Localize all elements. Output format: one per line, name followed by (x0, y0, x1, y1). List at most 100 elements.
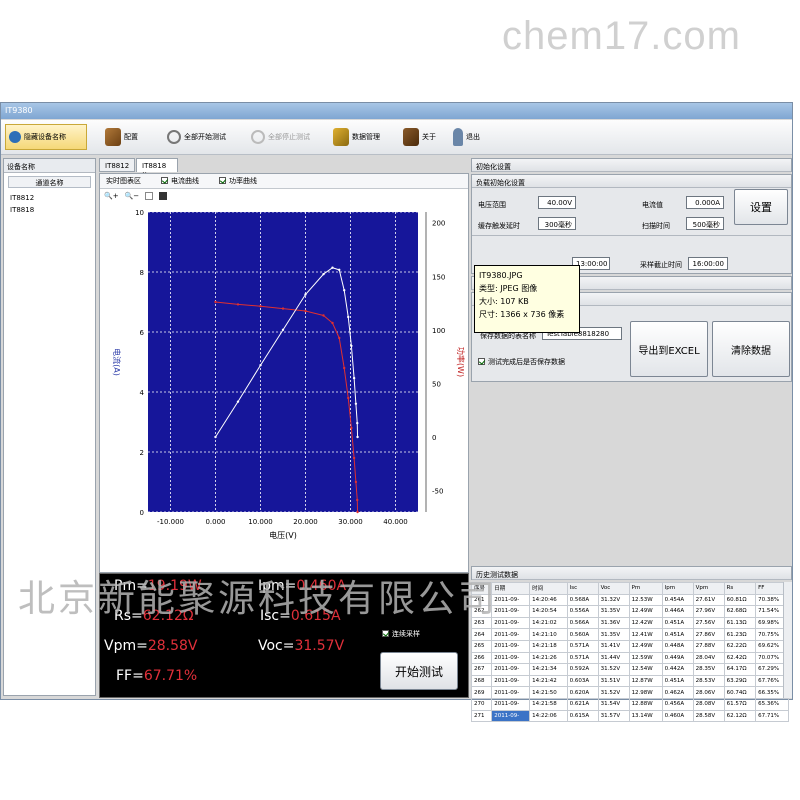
table-cell: 0.571A (566, 651, 599, 665)
start-all-test-button[interactable]: 全部开始测试 (167, 124, 226, 150)
config-button[interactable]: 配置 (105, 124, 138, 150)
data-point (214, 300, 217, 304)
history-header: 历史测试数据 (471, 566, 792, 580)
x-tick-label: -10.000 (157, 518, 184, 526)
table-row[interactable]: 269 2011-09- 14:21:50 0.620A 31.52V 12.98W 0.4… (470, 686, 789, 699)
y-left-tick-label: 6 (140, 329, 145, 337)
voc-value: 31.57V (294, 638, 345, 654)
x-tick-label: 0.000 (205, 518, 225, 526)
clear-data-button[interactable]: 清除数据 (712, 321, 790, 377)
current-curve-toggle[interactable]: 电流曲线 (161, 176, 199, 186)
scan-time-field[interactable]: 500毫秒 (686, 217, 724, 230)
column-header[interactable]: 时间 (529, 582, 568, 595)
tab-it8812[interactable]: IT8812 (99, 158, 135, 172)
column-header[interactable]: Vpm (692, 582, 725, 595)
exit-button[interactable]: 退出 (453, 124, 480, 150)
table-row[interactable]: 266 2011-09- 14:21:26 0.571A 31.44V 12.59W 0.4… (470, 651, 789, 665)
table-cell: 14:21:10 (529, 628, 568, 641)
history-header-row: 序号 日期 时间 Isc Voc Pm Ipm Vpm Rs FF (470, 582, 789, 595)
continuous-sampling-checkbox[interactable]: 连续采样 (382, 629, 420, 639)
toolbar-label: 关于 (422, 133, 436, 141)
y-right-tick-label: 100 (432, 327, 445, 335)
table-cell: 0.442A (661, 663, 694, 676)
set-button[interactable]: 设置 (734, 189, 788, 225)
hide-device-name-button[interactable]: 隐藏设备名称 (5, 124, 87, 150)
data-point (259, 305, 262, 308)
column-header[interactable]: Voc (597, 582, 630, 595)
checkbox-icon (382, 630, 389, 637)
voltage-range-field[interactable]: 40.00V (538, 196, 576, 209)
table-cell: 64.17Ω (723, 663, 757, 676)
table-cell: 12.59W (628, 651, 663, 665)
column-header[interactable]: Rs (723, 582, 757, 595)
table-row[interactable]: 263 2011-09- 14:21:02 0.566A 31.36V 12.42W 0.4… (470, 616, 789, 630)
data-point (236, 303, 240, 306)
toolbar-label: 退出 (466, 133, 480, 141)
data-point (236, 400, 240, 403)
autosave-checkbox[interactable]: 测试完成后是否保存数据 (478, 357, 565, 367)
power-curve-toggle[interactable]: 功率曲线 (219, 176, 257, 186)
select-icon[interactable] (145, 192, 154, 200)
table-cell: 31.54V (597, 697, 630, 711)
column-header[interactable]: Ipm (661, 582, 694, 595)
trigger-delay-field[interactable]: 300毫秒 (538, 217, 576, 230)
stop-all-test-button[interactable]: 全部停止测试 (251, 124, 310, 150)
device-item[interactable]: IT8812 (4, 191, 95, 205)
table-cell: 0.462A (661, 686, 694, 699)
table-cell: 28.35V (692, 663, 725, 676)
data-point (259, 364, 262, 367)
table-cell: 61.13Ω (723, 616, 757, 630)
y-left-tick-label: 2 (140, 449, 144, 457)
about-button[interactable]: 关于 (403, 124, 436, 150)
table-row[interactable]: 270 2011-09- 14:21:58 0.621A 31.54V 12.88W 0.4… (470, 697, 789, 711)
data-point (338, 336, 341, 340)
toolbar-label: 配置 (124, 133, 138, 141)
scan-time-label: 扫描时间 (642, 222, 670, 230)
export-excel-button[interactable]: 导出到EXCEL (630, 321, 708, 377)
table-row[interactable]: 262 2011-09- 14:20:54 0.556A 31.35V 12.49W 0.4… (470, 605, 789, 618)
chart-area-title: 实时图表区 (106, 177, 141, 185)
table-cell: 0.592A (566, 663, 599, 676)
checkbox-icon (161, 177, 168, 184)
table-cell: 27.86V (692, 628, 725, 641)
x-tick-label: 20.000 (293, 518, 318, 526)
history-scrollbar[interactable] (783, 582, 792, 698)
save-icon[interactable] (159, 192, 168, 200)
stop-time-field[interactable]: 16:00:00 (688, 257, 728, 270)
toolbar-label: 全部停止测试 (268, 133, 310, 141)
data-point (304, 309, 307, 313)
current-curve-label: 电流曲线 (171, 177, 199, 185)
table-cell: 2011-09- (491, 663, 531, 676)
table-cell: 65.36% (755, 697, 789, 711)
y-right-tick-label: -50 (432, 488, 443, 496)
device-item[interactable]: IT8818 (4, 205, 95, 217)
table-row[interactable]: 271 2011-09- 14:22:06 0.615A 31.57V 13.14W 0.4… (470, 709, 789, 723)
channel-name-column[interactable]: 通道名称 (8, 176, 91, 188)
zoom-out-icon[interactable]: 🔍− (125, 192, 140, 200)
table-row[interactable]: 267 2011-09- 14:21:34 0.592A 31.52V 12.54W 0.4… (470, 663, 789, 676)
data-point (356, 421, 359, 425)
table-row[interactable]: 261 2011-09- 14:20:46 0.568A 31.32V 12.53W 0.4… (470, 593, 789, 607)
table-cell: 62.12Ω (723, 709, 757, 723)
column-header[interactable]: Pm (628, 582, 663, 595)
data-point (352, 456, 356, 460)
table-row[interactable]: 265 2011-09- 14:21:18 0.571A 31.41V 12.49W 0.4… (470, 639, 789, 653)
start-test-button[interactable]: 开始测试 (380, 652, 458, 690)
table-cell: 12.54W (628, 663, 663, 676)
table-cell: 62.68Ω (723, 605, 757, 618)
table-row[interactable]: 268 2011-09- 14:21:42 0.603A 31.51V 12.87W 0.4… (470, 674, 789, 688)
data-manage-button[interactable]: 数据管理 (333, 124, 380, 150)
data-point (352, 376, 356, 380)
table-cell: 60.74Ω (723, 686, 757, 699)
tab-it8818[interactable]: IT8818 ✕ (136, 158, 178, 178)
table-row[interactable]: 264 2011-09- 14:21:10 0.560A 31.35V 12.41W 0.4… (470, 628, 789, 641)
init-settings-title: 初始化设置 (472, 159, 791, 172)
zoom-in-icon[interactable]: 🔍+ (104, 192, 119, 200)
current-value-field[interactable]: 0.000A (686, 196, 724, 209)
column-header[interactable]: Isc (566, 582, 599, 595)
data-point (347, 396, 350, 400)
table-cell: 0.451A (661, 674, 694, 688)
table-cell: 0.449A (661, 651, 694, 665)
table-cell: 28.08V (692, 697, 725, 711)
file-tooltip: IT9380.JPG 类型: JPEG 图像 大小: 107 KB 尺寸: 13… (474, 265, 580, 333)
